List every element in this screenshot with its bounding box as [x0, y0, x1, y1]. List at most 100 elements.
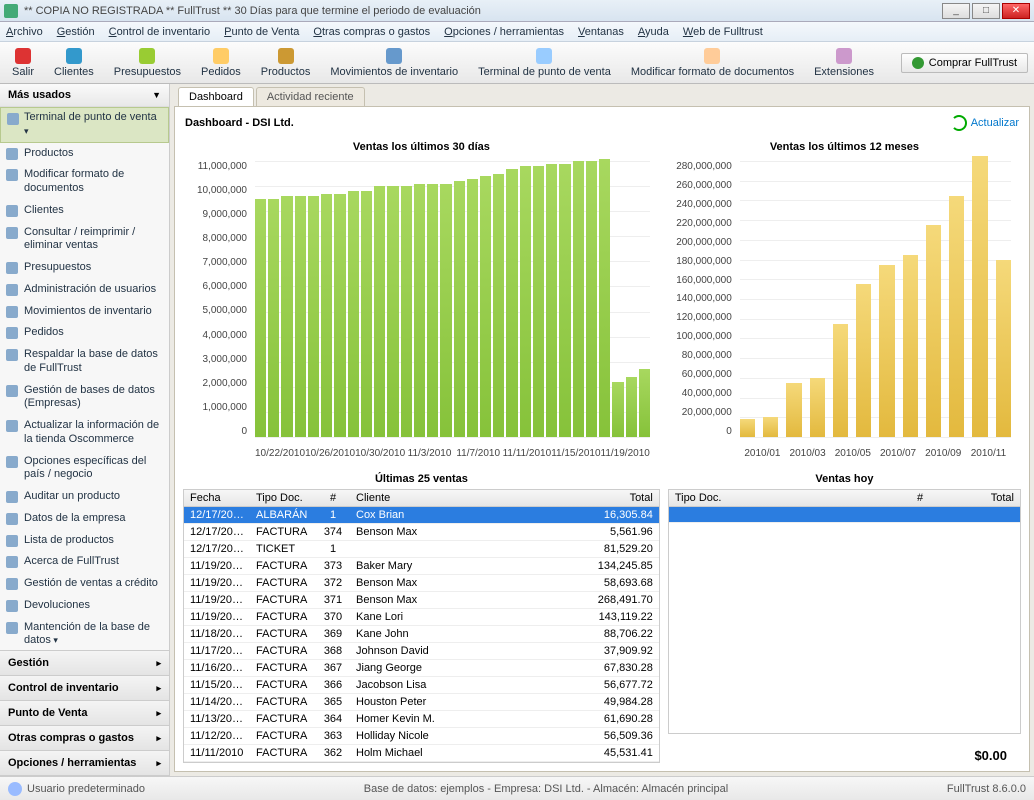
menu-ayuda[interactable]: Ayuda	[638, 26, 669, 38]
chevron-right-icon: ▸	[156, 733, 161, 744]
chart-12-title: Ventas los últimos 12 meses	[668, 135, 1021, 157]
toolbar-format[interactable]: Modificar formato de documentos	[625, 46, 800, 80]
menu-punto-de-venta[interactable]: Punto de Venta	[224, 26, 299, 38]
sidebar-item[interactable]: Movimientos de inventario	[0, 301, 169, 323]
sidebar-item[interactable]: Mantención de la base de datos ▾	[0, 617, 169, 651]
menu-gesti-n[interactable]: Gestión	[57, 26, 95, 38]
bar	[321, 194, 332, 437]
bar	[268, 199, 279, 437]
table-row[interactable]: 12/17/2010FACTURA374Benson Max5,561.96	[184, 524, 659, 541]
sidebar-item[interactable]: Pedidos	[0, 322, 169, 344]
table-row[interactable]: 12/17/2010TICKET181,529.20	[184, 541, 659, 558]
table-row[interactable]	[669, 507, 1020, 523]
chart-12-months: Ventas los últimos 12 meses 280,000,0002…	[668, 135, 1021, 465]
sidebar-item[interactable]: Productos	[0, 143, 169, 165]
pos-icon	[536, 48, 552, 64]
menu-control-de-inventario[interactable]: Control de inventario	[109, 26, 211, 38]
accordion-control-de-inventario[interactable]: Control de inventario▸	[0, 676, 169, 701]
bar	[334, 194, 345, 437]
toolbar-move[interactable]: Movimientos de inventario	[324, 46, 464, 80]
table-row[interactable]: 11/19/2010FACTURA370Kane Lori143,119.22	[184, 609, 659, 626]
sidebar-item[interactable]: Clientes	[0, 200, 169, 222]
maximize-button[interactable]: □	[972, 3, 1000, 19]
sidebar-item[interactable]: Devoluciones	[0, 595, 169, 617]
user-icon	[8, 782, 22, 796]
toolbar-prod[interactable]: Productos	[255, 46, 317, 80]
sidebar-item[interactable]: Acerca de FullTrust	[0, 551, 169, 573]
status-bar: Usuario predeterminado Base de datos: ej…	[0, 776, 1034, 800]
bar	[255, 199, 266, 437]
chevron-right-icon: ▸	[156, 708, 161, 719]
sidebar-item[interactable]: Modificar formato de documentos	[0, 164, 169, 200]
sidebar-list: Terminal de punto de venta ▾ProductosMod…	[0, 107, 169, 650]
toolbar-ext[interactable]: Extensiones	[808, 46, 880, 80]
bar	[903, 255, 918, 437]
move-icon	[386, 48, 402, 64]
table-hoy-body[interactable]	[668, 507, 1021, 734]
toolbar-exit[interactable]: Salir	[6, 46, 40, 80]
sidebar-item[interactable]: Actualizar la información de la tienda O…	[0, 415, 169, 451]
sidebar-item[interactable]: Gestión de bases de datos (Empresas)	[0, 380, 169, 416]
menu-otras-compras-o-gastos[interactable]: Otras compras o gastos	[313, 26, 430, 38]
accordion-punto-de-venta[interactable]: Punto de Venta▸	[0, 701, 169, 726]
sidebar-item[interactable]: Datos de la empresa	[0, 508, 169, 530]
sidebar-item[interactable]: Consultar / reimprimir / eliminar ventas	[0, 222, 169, 258]
table-25-body[interactable]: 12/17/2010ALBARÁN1Cox Brian16,305.8412/1…	[183, 507, 660, 763]
bar	[467, 179, 478, 437]
sidebar-item[interactable]: Terminal de punto de venta ▾	[0, 107, 169, 143]
table-row[interactable]: 11/18/2010FACTURA369Kane John88,706.22	[184, 626, 659, 643]
sidebar-item[interactable]: Gestión de ventas a crédito	[0, 573, 169, 595]
minimize-button[interactable]: _	[942, 3, 970, 19]
table-row[interactable]: 11/19/2010FACTURA373Baker Mary134,245.85	[184, 558, 659, 575]
window-title: ** COPIA NO REGISTRADA ** FullTrust ** 3…	[24, 5, 481, 17]
table-row[interactable]: 12/17/2010ALBARÁN1Cox Brian16,305.84	[184, 507, 659, 524]
toolbar-pos[interactable]: Terminal de punto de venta	[472, 46, 617, 80]
refresh-link[interactable]: Actualizar	[951, 115, 1019, 131]
bar	[308, 196, 319, 437]
close-button[interactable]: ✕	[1002, 3, 1030, 19]
menu-archivo[interactable]: Archivo	[6, 26, 43, 38]
accordion-gesti-n[interactable]: Gestión▸	[0, 651, 169, 676]
toolbar-budget[interactable]: Presupuestos	[108, 46, 187, 80]
table-25-header: Fecha Tipo Doc. # Cliente Total	[183, 489, 660, 507]
toolbar-clients[interactable]: Clientes	[48, 46, 100, 80]
table-hoy-header: Tipo Doc. # Total	[668, 489, 1021, 507]
sidebar-item[interactable]: Presupuestos	[0, 257, 169, 279]
bar	[740, 419, 755, 437]
bar	[533, 166, 544, 437]
sidebar-header[interactable]: Más usados ▼	[0, 84, 169, 107]
table-row[interactable]: 11/13/2010FACTURA364Homer Kevin M.61,690…	[184, 711, 659, 728]
table-row[interactable]: 11/16/2010FACTURA367Jiang George67,830.2…	[184, 660, 659, 677]
table-row[interactable]: 11/15/2010FACTURA366Jacobson Lisa56,677.…	[184, 677, 659, 694]
tab-actividad-reciente[interactable]: Actividad reciente	[256, 87, 365, 106]
sidebar-item[interactable]: Administración de usuarios	[0, 279, 169, 301]
table-row[interactable]: 11/19/2010FACTURA372Benson Max58,693.68	[184, 575, 659, 592]
sidebar-item[interactable]: Auditar un producto	[0, 486, 169, 508]
sidebar-item[interactable]: Respaldar la base de datos de FullTrust	[0, 344, 169, 380]
clients-icon	[66, 48, 82, 64]
sidebar-item[interactable]: Opciones específicas del país / negocio	[0, 451, 169, 487]
accordion-opciones-herramientas[interactable]: Opciones / herramientas▸	[0, 751, 169, 776]
menu-web-de-fulltrust[interactable]: Web de Fulltrust	[683, 26, 763, 38]
table-row[interactable]: 11/17/2010FACTURA368Johnson David37,909.…	[184, 643, 659, 660]
ext-icon	[836, 48, 852, 64]
accordion-otras-compras-o-gastos[interactable]: Otras compras o gastos▸	[0, 726, 169, 751]
table-row[interactable]: 11/19/2010FACTURA371Benson Max268,491.70	[184, 592, 659, 609]
sidebar-item[interactable]: Lista de productos	[0, 530, 169, 552]
menu-ventanas[interactable]: Ventanas	[578, 26, 624, 38]
menu-opciones-herramientas[interactable]: Opciones / herramientas	[444, 26, 564, 38]
buy-fulltrust-button[interactable]: Comprar FullTrust	[901, 53, 1028, 73]
orders-icon	[213, 48, 229, 64]
bar	[401, 186, 412, 437]
tab-dashboard[interactable]: Dashboard	[178, 87, 254, 106]
table-row[interactable]: 11/14/2010FACTURA365Houston Peter49,984.…	[184, 694, 659, 711]
status-version: FullTrust 8.6.0.0	[947, 783, 1026, 795]
table-row[interactable]: 11/11/2010FACTURA362Holm Michael45,531.4…	[184, 745, 659, 762]
table-25-title: Últimas 25 ventas	[183, 469, 660, 489]
bar	[480, 176, 491, 437]
table-row[interactable]: 11/10/2010FACTURA361Holt Holly52,039.48	[184, 762, 659, 763]
toolbar-orders[interactable]: Pedidos	[195, 46, 247, 80]
content-area: Dashboard Actividad reciente Dashboard -…	[170, 84, 1034, 776]
status-user: Usuario predeterminado	[8, 782, 145, 796]
table-row[interactable]: 11/12/2010FACTURA363Holliday Nicole56,50…	[184, 728, 659, 745]
